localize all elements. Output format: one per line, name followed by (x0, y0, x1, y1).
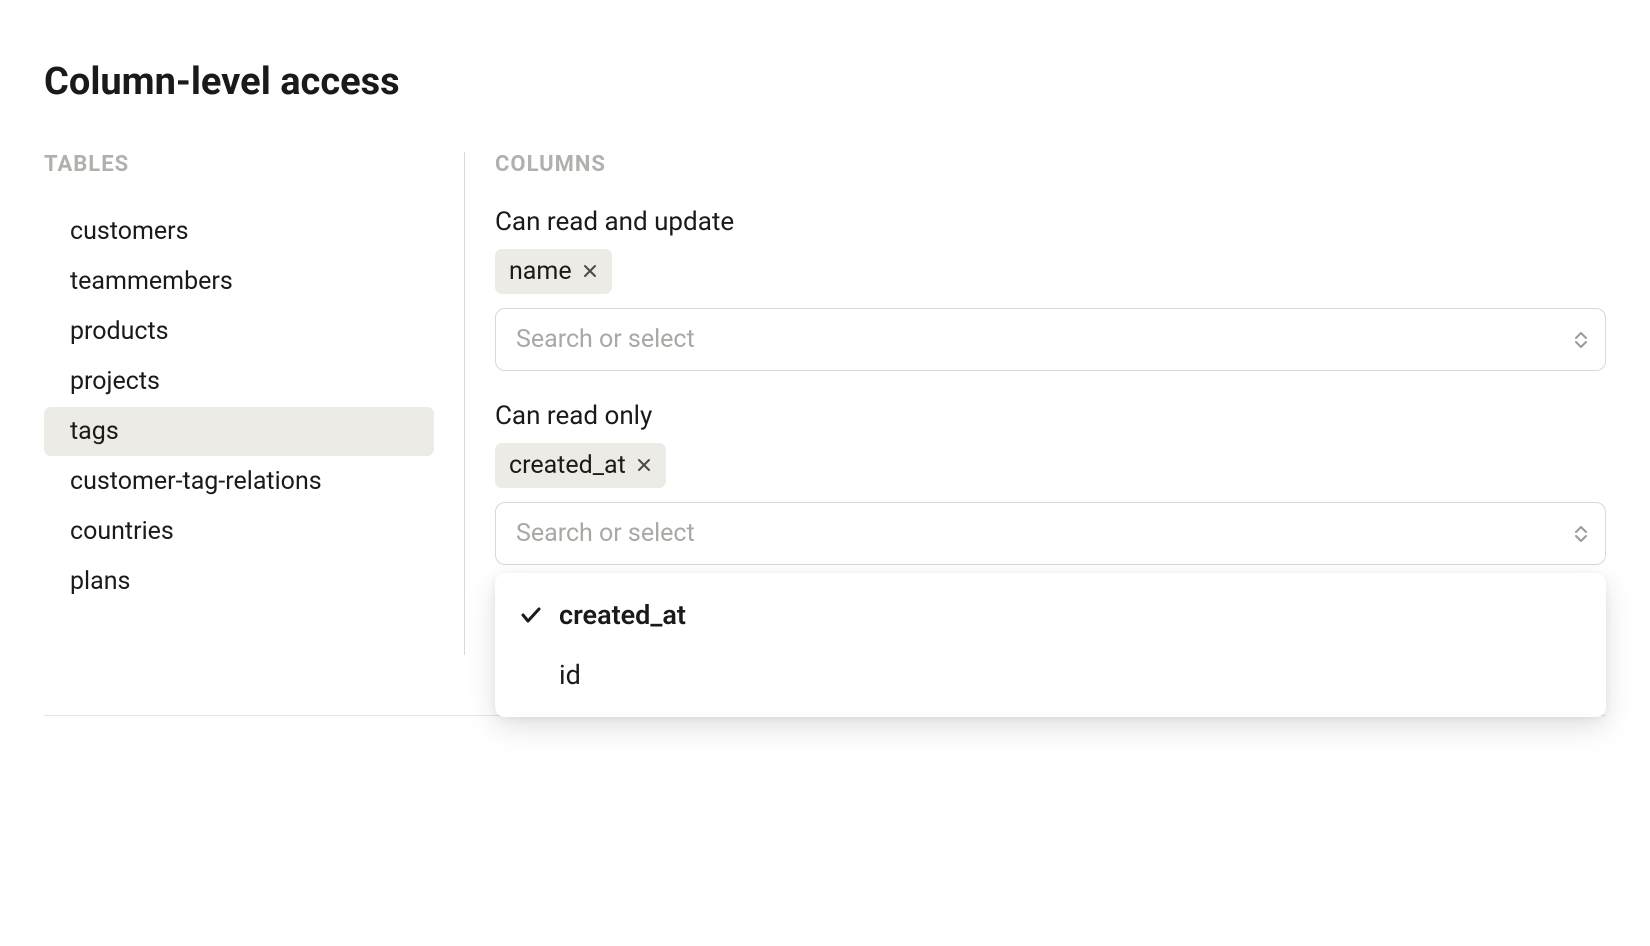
dropdown-option-label: created_at (559, 599, 686, 631)
table-item-teammembers[interactable]: teammembers (44, 257, 434, 306)
read-only-select[interactable]: created_at id (495, 502, 1606, 565)
read-only-title: Can read only (495, 401, 1606, 431)
tables-label: TABLES (44, 152, 434, 177)
dropdown-option-label: id (559, 659, 581, 691)
table-item-plans[interactable]: plans (44, 557, 434, 606)
read-only-section: Can read only created_at (495, 401, 1606, 565)
table-item-countries[interactable]: countries (44, 507, 434, 556)
read-only-search-input[interactable] (495, 502, 1606, 565)
columns-panel: COLUMNS Can read and update name (464, 152, 1606, 655)
read-update-search-input[interactable] (495, 308, 1606, 371)
tables-list: customers teammembers products projects … (44, 207, 434, 606)
table-item-customers[interactable]: customers (44, 207, 434, 256)
tables-sidebar: TABLES customers teammembers products pr… (44, 152, 464, 655)
table-item-projects[interactable]: projects (44, 357, 434, 406)
read-only-chips: created_at (495, 443, 1606, 488)
read-update-section: Can read and update name (495, 207, 1606, 371)
chip-name: name (495, 249, 612, 294)
page-title: Column-level access (44, 60, 1606, 104)
read-only-dropdown: created_at id (495, 573, 1606, 717)
read-update-chips: name (495, 249, 1606, 294)
read-update-title: Can read and update (495, 207, 1606, 237)
remove-chip-icon[interactable] (582, 262, 598, 282)
chip-label: name (509, 257, 572, 286)
dropdown-option-created-at[interactable]: created_at (495, 585, 1606, 645)
chip-label: created_at (509, 451, 626, 480)
chip-created-at: created_at (495, 443, 666, 488)
table-item-products[interactable]: products (44, 307, 434, 356)
read-update-select[interactable] (495, 308, 1606, 371)
dropdown-option-id[interactable]: id (495, 645, 1606, 705)
table-item-tags[interactable]: tags (44, 407, 434, 456)
columns-label: COLUMNS (495, 152, 1606, 177)
remove-chip-icon[interactable] (636, 456, 652, 476)
check-icon (519, 603, 559, 627)
content-layout: TABLES customers teammembers products pr… (44, 152, 1606, 655)
table-item-customer-tag-relations[interactable]: customer-tag-relations (44, 457, 434, 506)
